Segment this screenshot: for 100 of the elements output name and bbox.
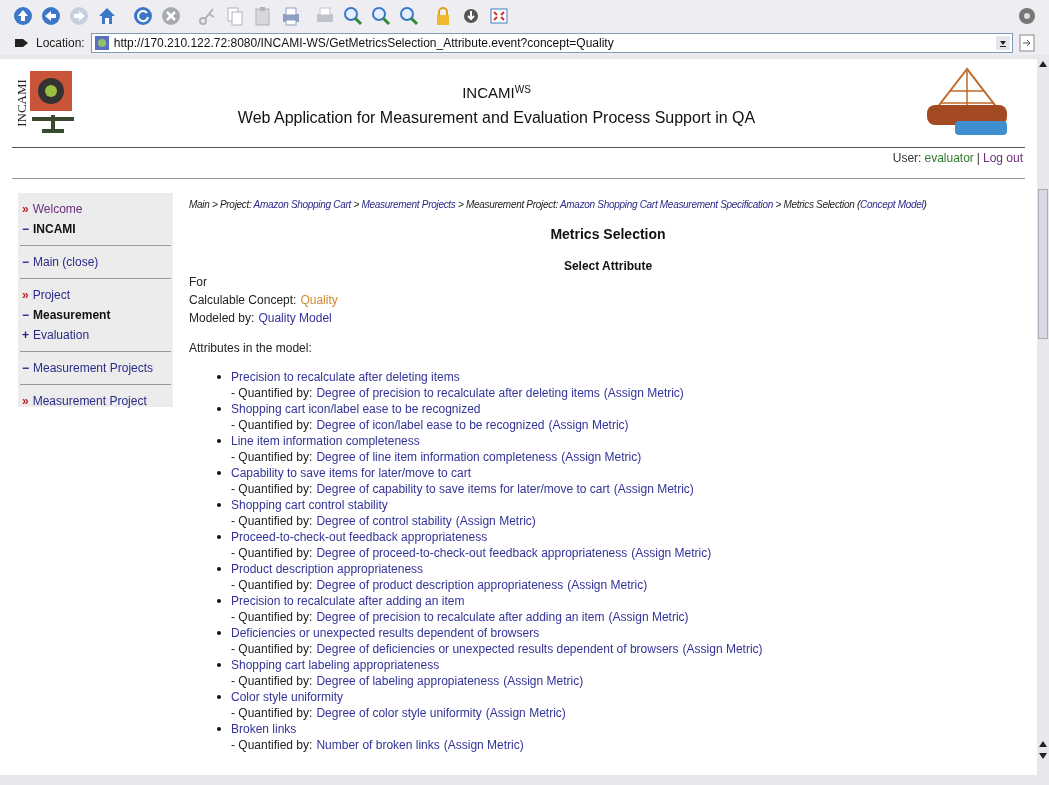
quantified-label: - Quantified by:	[231, 449, 313, 465]
go-icon[interactable]	[1019, 34, 1035, 52]
attribute-link[interactable]: Shopping cart control stability	[231, 498, 388, 512]
quantified-label: - Quantified by:	[231, 641, 313, 657]
stop-icon[interactable]	[160, 4, 182, 27]
metric-link[interactable]: Degree of proceed-to-check-out feedback appropriateness	[316, 545, 628, 561]
bullet-icon	[217, 567, 221, 571]
location-label: Location:	[36, 35, 85, 52]
user-label: User:	[892, 150, 922, 167]
quantified-label: - Quantified by:	[231, 705, 313, 721]
quantified-label: - Quantified by:	[231, 737, 313, 753]
section-title: Select Attribute	[562, 258, 654, 275]
separator-text: |	[976, 150, 980, 167]
quantified-label: - Quantified by:	[231, 545, 313, 561]
bullet-icon	[217, 535, 221, 539]
assign-metric-link[interactable]: (Assign Metric)	[603, 385, 684, 401]
attribute-link[interactable]: Deficiencies or unexpected results dependent of browsers	[231, 626, 540, 640]
metric-link[interactable]: Degree of deficiencies or unexpected results dependent of browsers	[316, 641, 679, 657]
for-label: For	[189, 274, 208, 291]
sidebar-item[interactable]: » Welcome	[22, 202, 83, 216]
attribute-link[interactable]: Precision to recalculate after adding an item	[231, 594, 465, 608]
metric-link[interactable]: Degree of product description appropriateness	[316, 577, 564, 593]
attribute-link[interactable]: Shopping cart icon/label ease to be recognized	[231, 402, 481, 416]
incami-logo: INCAMI	[16, 69, 78, 137]
app-title: INCAMI$^{WS}$	[462, 83, 531, 104]
metric-link[interactable]: Degree of precision to recalculate after adding an item	[316, 609, 605, 625]
bullet-icon	[217, 503, 221, 507]
model-link[interactable]: Quality Model	[258, 309, 332, 327]
reload-icon[interactable]	[132, 4, 154, 27]
sidebar-item[interactable]: » Measurement Project	[22, 394, 147, 408]
quantified-label: - Quantified by:	[231, 673, 313, 689]
metric-link[interactable]: Number of broken links	[316, 737, 440, 753]
back-icon[interactable]	[40, 4, 62, 27]
quantified-label: - Quantified by:	[231, 385, 313, 401]
metric-link[interactable]: Degree of color style uniformity	[316, 705, 482, 721]
assign-metric-link[interactable]: (Assign Metric)	[567, 577, 648, 593]
address-field[interactable]: http://170.210.122.72:8080/INCAMI-WS/GetMetricsSelection_Attribute.event?concept=Quality	[90, 33, 1013, 53]
bullet-icon	[217, 663, 221, 667]
app-subtitle: Web Application for Measurement and Evaluation Process Support in QA	[237, 107, 756, 128]
sidebar-item[interactable]: − Measurement Projects	[22, 361, 154, 375]
bullet-icon	[217, 471, 221, 475]
location-icon	[14, 37, 30, 49]
attribute-link[interactable]: Line item information completeness	[231, 434, 420, 448]
bullet-icon	[217, 375, 221, 379]
printer-icon[interactable]	[280, 4, 302, 27]
attributes-heading: Attributes in the model:	[189, 340, 313, 357]
metric-link[interactable]: Degree of line item information completeness	[316, 449, 558, 465]
assign-metric-link[interactable]: (Assign Metric)	[443, 737, 524, 753]
assign-metric-link[interactable]: (Assign Metric)	[455, 513, 536, 529]
assign-metric-link[interactable]: (Assign Metric)	[561, 449, 642, 465]
quantified-label: - Quantified by:	[231, 609, 313, 625]
model-label: Modeled by:	[189, 310, 255, 327]
metric-link[interactable]: Degree of labeling appropiateness	[316, 673, 500, 689]
breadcrumb: Main > Project: Amazon Shopping Cart > Measurement Projects > Measurement Project: Amazon Shopping Cart Measurement Specification > Metrics Selection (Concept Model)	[189, 198, 928, 212]
sidebar-item[interactable]: » Project	[22, 288, 71, 302]
metric-link[interactable]: Degree of precision to recalculate after deleting items	[316, 385, 600, 401]
metric-link[interactable]: Degree of control stability	[316, 513, 452, 529]
attribute-link[interactable]: Proceed-to-check-out feedback appropriateness	[231, 530, 488, 544]
breadcrumb-link[interactable]: Measurement Projects	[361, 199, 456, 210]
assign-metric-link[interactable]: (Assign Metric)	[682, 641, 763, 657]
bullet-icon	[217, 631, 221, 635]
concept-label: Calculable Concept:	[189, 292, 297, 309]
bullet-icon	[217, 407, 221, 411]
attribute-link[interactable]: Broken links	[231, 722, 297, 736]
breadcrumb-link[interactable]: Amazon Shopping Cart Measurement Specification	[559, 199, 773, 210]
scroll-thumb[interactable]	[1038, 189, 1048, 339]
assign-metric-link[interactable]: (Assign Metric)	[613, 481, 694, 497]
bullet-icon	[217, 599, 221, 603]
bullet-icon	[217, 695, 221, 699]
scroll-up-icon[interactable]	[1037, 59, 1049, 69]
assign-metric-link[interactable]: (Assign Metric)	[608, 609, 689, 625]
page-title: Metrics Selection	[549, 225, 667, 244]
page-icon	[93, 35, 110, 51]
assign-metric-link[interactable]: (Assign Metric)	[485, 705, 566, 721]
sidebar-item[interactable]: − Measurement	[22, 308, 111, 322]
breadcrumb-link[interactable]: Concept Model	[860, 199, 924, 210]
attribute-link[interactable]: Capability to save items for later/move to cart	[231, 466, 472, 480]
assign-metric-link[interactable]: (Assign Metric)	[548, 417, 629, 433]
quantified-label: - Quantified by:	[231, 513, 313, 529]
assign-metric-link[interactable]: (Assign Metric)	[631, 545, 712, 561]
sidebar-item[interactable]: + Evaluation	[22, 328, 90, 342]
quantified-label: - Quantified by:	[231, 417, 313, 433]
sidebar-item[interactable]: − Main (close)	[22, 255, 99, 269]
breadcrumb-link[interactable]: Amazon Shopping Cart	[253, 199, 351, 210]
quantified-label: - Quantified by:	[231, 481, 313, 497]
assign-metric-link[interactable]: (Assign Metric)	[503, 673, 584, 689]
metric-link[interactable]: Degree of capability to save items for later/move to cart	[316, 481, 610, 497]
logout-link[interactable]: Log out	[982, 149, 1023, 167]
bullet-icon	[217, 439, 221, 443]
attribute-link[interactable]: Color style uniformity	[231, 690, 344, 704]
attribute-link[interactable]: Precision to recalculate after deleting items	[231, 370, 460, 384]
attribute-link[interactable]: Shopping cart labeling appropriateness	[231, 658, 440, 672]
attribute-link[interactable]: Product description appropriateness	[231, 562, 424, 576]
metric-link[interactable]: Degree of icon/label ease to be recognized	[316, 417, 545, 433]
dropdown-icon[interactable]	[996, 36, 1010, 50]
user-link[interactable]: evaluator	[924, 149, 974, 167]
quantified-label: - Quantified by:	[231, 577, 313, 593]
bullet-icon	[217, 727, 221, 731]
zoom-icon[interactable]	[398, 4, 420, 27]
sidebar-item[interactable]: − INCAMI	[22, 222, 76, 236]
